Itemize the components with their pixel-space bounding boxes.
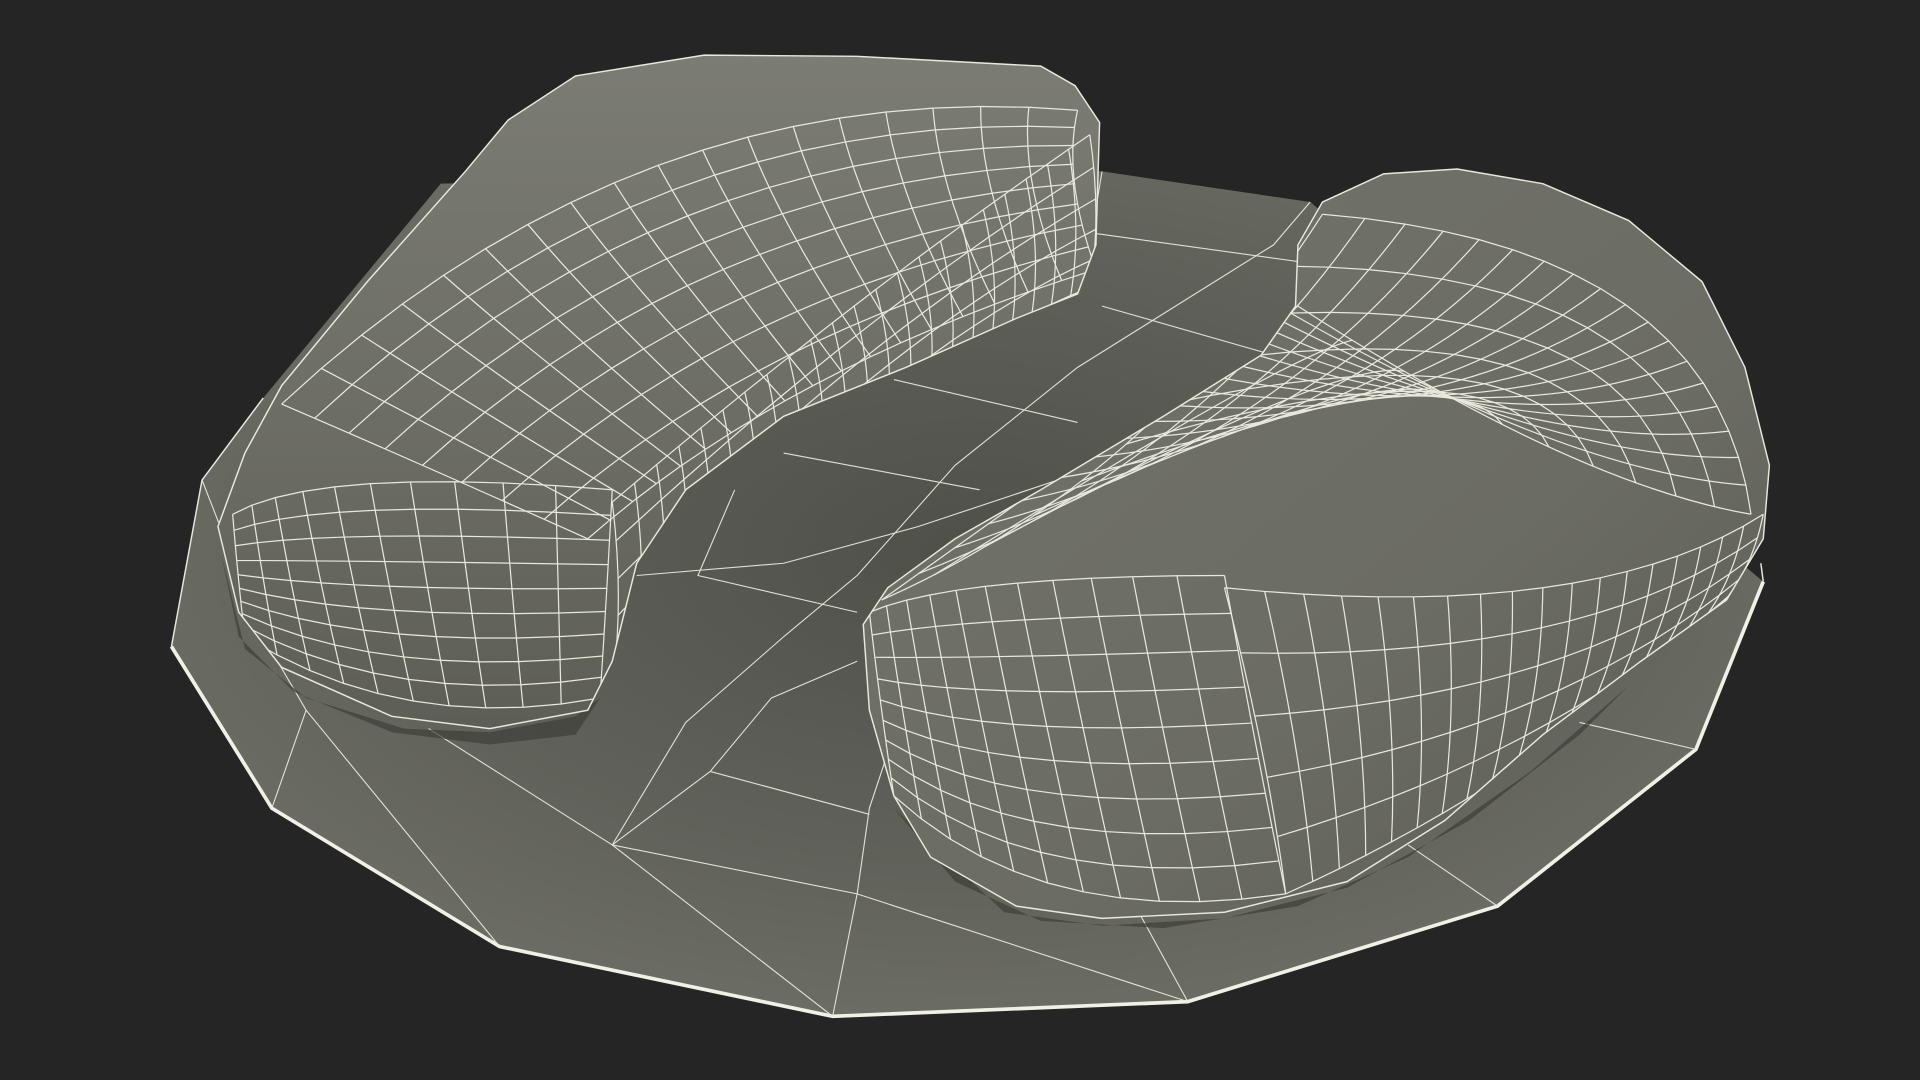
wireframe-scene [169,54,1771,1019]
render-viewport [0,0,1920,1080]
